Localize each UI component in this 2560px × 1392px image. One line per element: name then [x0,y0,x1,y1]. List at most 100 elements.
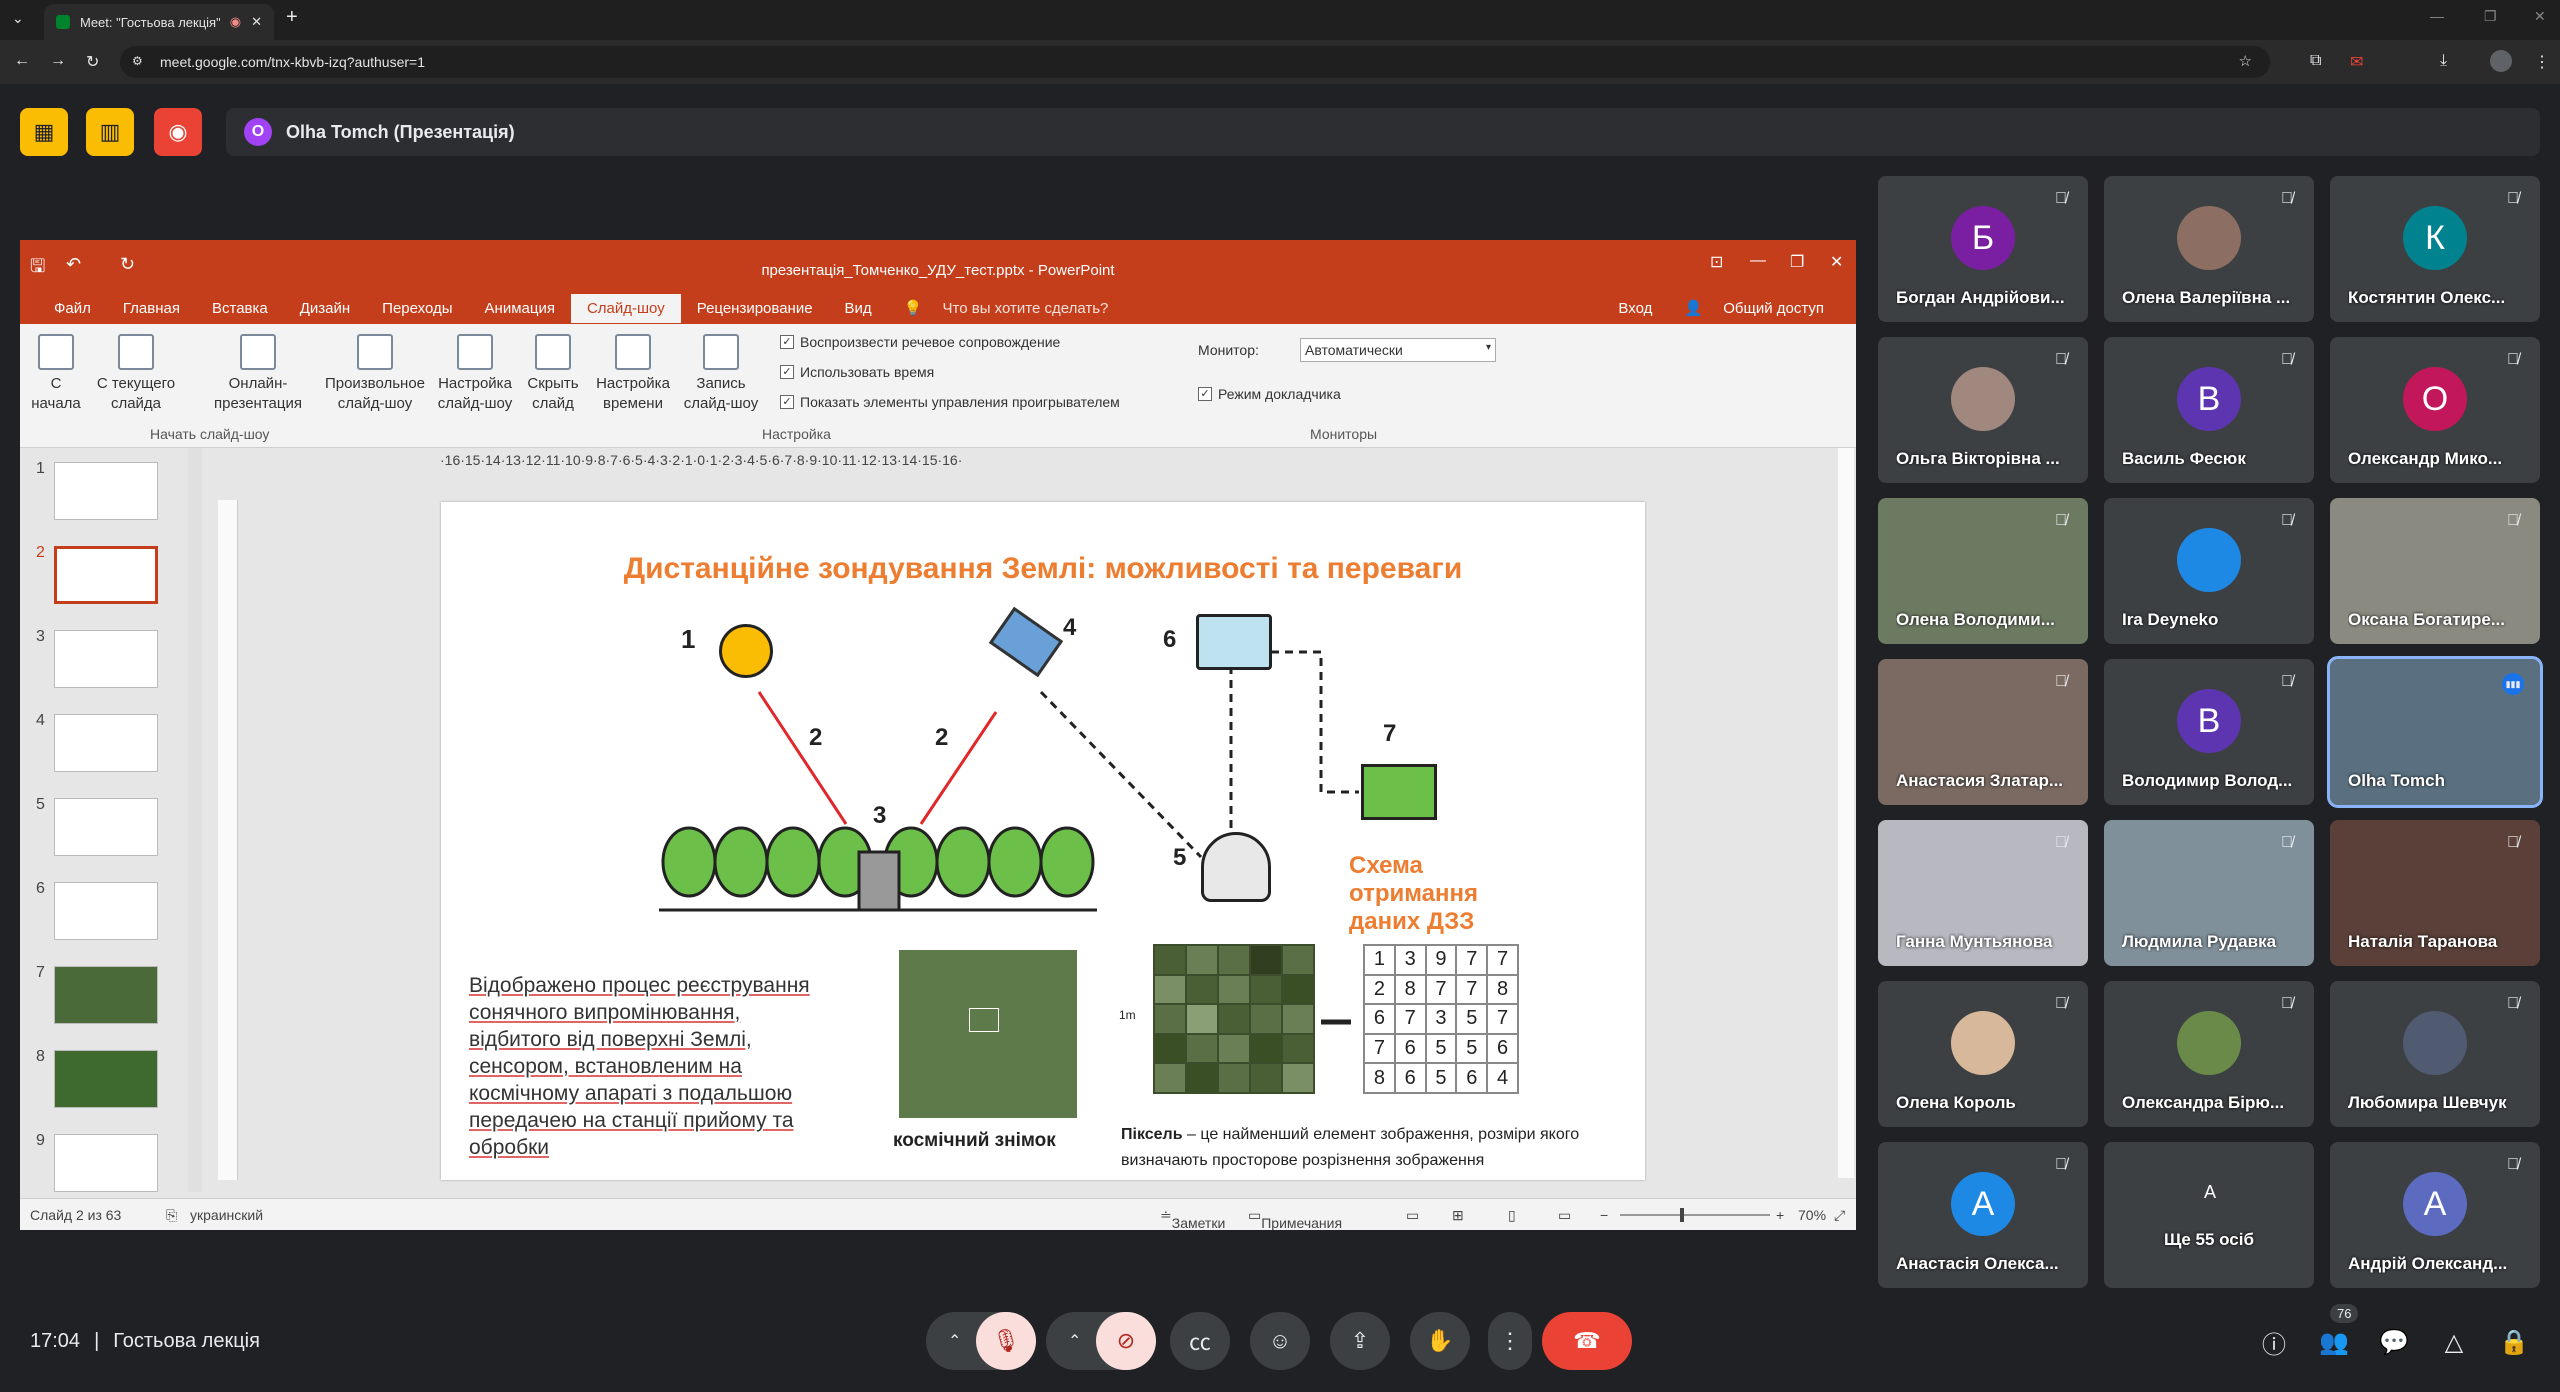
login-link[interactable]: Вход [1602,294,1668,323]
captions-button[interactable]: ㏄ [1170,1312,1230,1370]
from-current-button[interactable]: С текущего слайда [86,334,186,414]
host-controls-button[interactable]: 🔒 [2490,1318,2538,1366]
mail-extension-icon[interactable]: ✉ [2350,52,2363,72]
normal-view-icon[interactable]: ▭ [1406,1207,1419,1224]
thumbnail-slide-5[interactable] [54,798,158,856]
thumbs-scrollbar[interactable] [188,448,202,1192]
back-icon[interactable]: ← [14,52,30,70]
tab-file[interactable]: Файл [38,294,107,323]
from-start-button[interactable]: С начала [28,334,84,414]
tab-close-icon[interactable]: ✕ [251,14,262,30]
minimize-window-icon[interactable]: — [2430,8,2444,24]
language-label[interactable]: украинский [190,1207,263,1223]
slideshow-view-icon[interactable]: ▭ [1558,1207,1571,1224]
downloads-icon[interactable]: ⤓ [2440,52,2447,70]
spellcheck-icon[interactable]: ⎘ [166,1207,177,1224]
layout-button[interactable]: ▥ [86,108,134,156]
reading-view-icon[interactable]: ▯ [1508,1207,1516,1224]
presenter-view-checkbox[interactable]: ✓ Режим докладчика [1198,386,1341,402]
participant-tile[interactable]: 🎙̸ Оксана Богатире... [2330,498,2540,644]
tab-slideshow[interactable]: Слайд-шоу [570,293,681,323]
raise-hand-button[interactable]: ✋ [1410,1312,1470,1370]
close-window-icon[interactable]: ✕ [2534,8,2546,25]
camera-toggle-button[interactable]: ⊘ [1096,1312,1156,1370]
browser-menu-icon[interactable]: ⋮ [2534,52,2550,72]
ppt-close-icon[interactable]: ✕ [1830,252,1843,272]
participant-tile[interactable]: Б 🎙̸ Богдан Андрійови... [1878,176,2088,322]
thumbnail-slide-7[interactable] [54,966,158,1024]
participant-tile[interactable]: К 🎙̸ Костянтин Олекс... [2330,176,2540,322]
present-button[interactable]: ⇪ [1330,1312,1390,1370]
fit-slide-icon[interactable]: ⤢ [1834,1207,1845,1224]
forward-icon[interactable]: → [50,52,66,70]
participant-tile[interactable]: В 🎙̸ Володимир Волод... [2104,659,2314,805]
tell-me-box[interactable]: 💡 Что вы хотите сделать? [888,293,1141,323]
profile-avatar[interactable] [2490,50,2512,72]
narration-checkbox[interactable]: ✓ Воспроизвести речевое сопровождение [780,334,1060,350]
monitor-select[interactable]: Автоматически ▾ [1300,338,1496,362]
ppt-restore-icon[interactable]: ❐ [1790,252,1804,272]
zoom-out-icon[interactable]: − [1600,1207,1608,1223]
more-options-button[interactable]: ⋮ [1488,1312,1532,1370]
thumbnail-slide-4[interactable] [54,714,158,772]
tab-search-icon[interactable]: ⌄ [12,10,24,27]
thumbnail-slide-8[interactable] [54,1050,158,1108]
tab-home[interactable]: Главная [107,294,196,323]
zoom-level[interactable]: 70% [1798,1207,1826,1223]
participant-tile[interactable]: О 🎙̸ Олександр Мико... [2330,337,2540,483]
reload-icon[interactable]: ↻ [86,52,99,72]
url-field[interactable]: ⚙ meet.google.com/tnx-kbvb-izq?authuser=… [120,46,2270,78]
comments-button[interactable]: ▭ Примечания [1248,1207,1342,1230]
notes-button[interactable]: ≐ Заметки [1160,1207,1225,1230]
leave-call-button[interactable]: ☎ [1542,1312,1632,1370]
tab-view[interactable]: Вид [829,294,888,323]
tab-animations[interactable]: Анимация [469,294,571,323]
tab-review[interactable]: Рецензирование [681,294,829,323]
activities-button[interactable]: △ [2430,1318,2478,1366]
participant-tile[interactable]: 🎙̸ Ольга Вікторівна ... [1878,337,2088,483]
tab-transitions[interactable]: Переходы [366,294,468,323]
thumbnail-slide-3[interactable] [54,630,158,688]
timings-checkbox[interactable]: ✓ Использовать время [780,364,934,380]
thumbnail-slide-6[interactable] [54,882,158,940]
bookmark-star-icon[interactable]: ☆ [2239,52,2252,70]
browser-tab[interactable]: Meet: "Гостьова лекція" ◉ ✕ [44,4,274,40]
tab-insert[interactable]: Вставка [196,294,284,323]
participant-tile[interactable]: 🎙̸ Ганна Мунтьянова [1878,820,2088,966]
hide-slide-button[interactable]: Скрыть слайд [518,334,588,414]
share-button[interactable]: 👤 Общий доступ [1668,293,1856,323]
participant-tile[interactable]: 🎙̸ Олена Валеріївна ... [2104,176,2314,322]
online-present-button[interactable]: Онлайн-презентация [200,334,316,414]
participant-tile[interactable]: 🎙̸ Анастасия Златар... [1878,659,2088,805]
controls-checkbox[interactable]: ✓ Показать элементы управления проигрыват… [780,394,1120,410]
participant-tile[interactable]: 🎙̸ Олена Володими... [1878,498,2088,644]
ppt-minimize-icon[interactable]: — [1750,252,1766,270]
thumbnail-slide-2[interactable] [54,546,158,604]
participant-tile[interactable]: 🎙̸ Наталія Таранова [2330,820,2540,966]
thumbnail-slide-1[interactable] [54,462,158,520]
setup-show-button[interactable]: Настройка слайд-шоу [430,334,520,414]
participant-tile[interactable]: В 🎙̸ Василь Фесюк [2104,337,2314,483]
participant-tile[interactable]: А 🎙̸ Андрій Олександ... [2330,1142,2540,1288]
reactions-button[interactable]: ☺ [1250,1312,1310,1370]
participant-tile[interactable]: A Ще 55 осіб [2104,1142,2314,1288]
zoom-slider-thumb[interactable] [1680,1208,1684,1222]
sorter-view-icon[interactable]: ⊞ [1452,1207,1464,1224]
meeting-details-button[interactable]: ⓘ [2250,1318,2298,1366]
captions-off-button[interactable]: ▦ [20,108,68,156]
people-button[interactable]: 👥 76 [2310,1304,2359,1366]
recording-button[interactable]: ◉ [154,108,202,156]
ribbon-display-icon[interactable]: ⊡ [1710,252,1723,272]
custom-show-button[interactable]: Произвольное слайд-шоу [310,334,440,414]
site-info-icon[interactable]: ⚙ [132,54,143,68]
rehearse-button[interactable]: Настройка времени [588,334,678,414]
restore-window-icon[interactable]: ❐ [2484,8,2497,25]
extensions-icon[interactable]: ⧉ [2310,52,2321,70]
participant-tile[interactable]: 🎙̸ Людмила Рудавка [2104,820,2314,966]
new-tab-button[interactable]: + [286,6,298,29]
record-show-button[interactable]: Запись слайд-шоу [676,334,766,414]
chat-button[interactable]: 💬 [2370,1318,2418,1366]
participant-tile[interactable]: 🎙̸ Олександра Бірю... [2104,981,2314,1127]
zoom-slider[interactable] [1620,1208,1770,1222]
participant-tile[interactable]: 🎙̸ Ira Deyneko [2104,498,2314,644]
